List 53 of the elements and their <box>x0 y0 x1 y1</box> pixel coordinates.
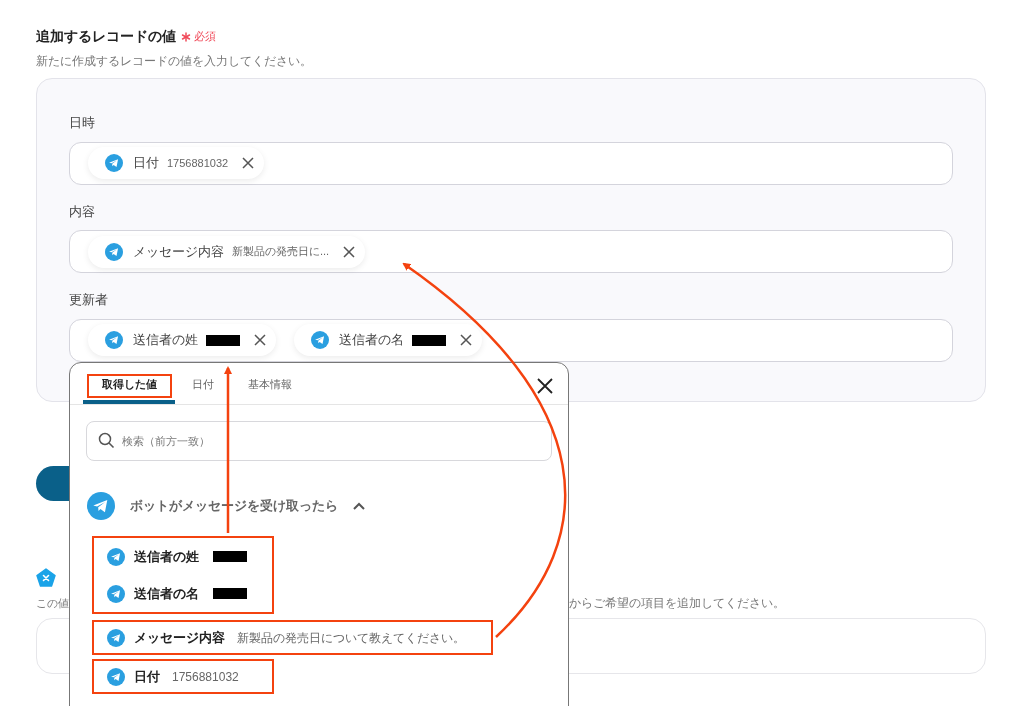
item-value: 1756881032 <box>172 668 239 686</box>
chip-name: 日付 <box>133 154 159 173</box>
paper-plane-icon <box>87 492 115 520</box>
paper-plane-icon <box>105 331 123 349</box>
item-name: 送信者の名 <box>134 584 199 603</box>
close-icon[interactable] <box>242 157 255 169</box>
value-chip[interactable]: 日付 1756881032 <box>88 147 265 179</box>
search-field[interactable]: 検索（前方一致） <box>86 421 552 461</box>
tab[interactable]: 取得した値 <box>83 373 175 404</box>
section-description: からご希望の項目を追加してください。 <box>569 595 785 612</box>
chip-name: メッセージ内容 <box>133 242 224 261</box>
search-icon <box>98 432 115 449</box>
chip-value: 新製品の発売日に... <box>232 244 330 260</box>
paper-plane-icon <box>107 667 125 686</box>
paper-plane-icon <box>105 154 123 172</box>
tab[interactable]: 日付 <box>175 373 231 404</box>
item-name: 日付 <box>134 667 160 686</box>
section-description: この値 <box>36 596 69 611</box>
paper-plane-icon <box>105 242 123 261</box>
required-label: 必須 <box>194 29 216 45</box>
section-title: 追加するレコードの値 <box>36 27 176 46</box>
pentagon-icon <box>36 568 56 587</box>
required-icon <box>181 31 191 42</box>
redaction-bar <box>206 334 240 346</box>
close-icon[interactable] <box>343 245 356 258</box>
paper-plane-icon <box>107 628 125 647</box>
paper-plane-icon <box>107 584 125 603</box>
redaction-bar <box>412 334 446 346</box>
token-field[interactable]: メッセージ内容 新製品の発売日に... <box>69 230 953 273</box>
field-label: 更新者 <box>69 291 109 309</box>
tab[interactable]: 基本情報 <box>231 373 309 404</box>
value-chip[interactable]: メッセージ内容 新製品の発売日に... <box>88 235 366 268</box>
chip-name: 送信者の姓 <box>133 331 198 350</box>
item-name: メッセージ内容 <box>134 628 225 647</box>
chevron-icon[interactable] <box>352 500 366 512</box>
field-label: 日時 <box>69 114 96 132</box>
chip-name: 送信者の名 <box>339 331 404 350</box>
value-chip[interactable]: 送信者の姓 <box>88 324 276 356</box>
close-icon[interactable] <box>537 378 553 394</box>
section-description: 新たに作成するレコードの値を入力してください。 <box>36 53 313 70</box>
field-label: 内容 <box>69 202 96 221</box>
token-field[interactable]: 送信者の姓 送信者の名 <box>69 318 953 362</box>
token-field[interactable]: 日付 1756881032 <box>69 141 953 185</box>
item-name: 送信者の姓 <box>134 547 199 566</box>
value-chip[interactable]: 送信者の名 <box>294 324 482 356</box>
redaction-bar <box>213 551 247 562</box>
item-value: 新製品の発売日について教えてください。 <box>237 629 465 647</box>
close-icon[interactable] <box>460 334 472 346</box>
close-icon[interactable] <box>254 334 266 346</box>
redaction-bar <box>213 588 247 599</box>
paper-plane-icon <box>107 547 125 566</box>
paper-plane-icon <box>311 331 329 349</box>
chip-value: 1756881032 <box>167 155 229 171</box>
